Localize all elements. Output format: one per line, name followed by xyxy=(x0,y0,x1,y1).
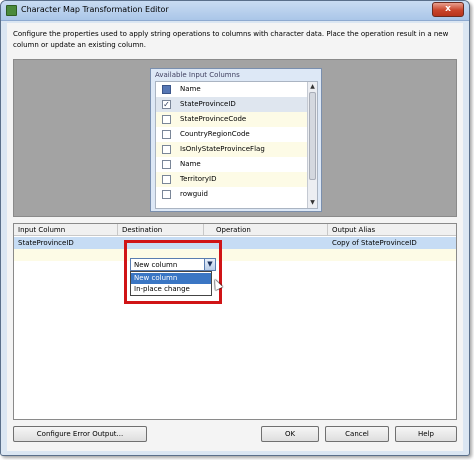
list-item-label: rowguid xyxy=(180,190,208,198)
list-header-row: Name xyxy=(156,82,309,97)
checkbox[interactable] xyxy=(162,175,171,184)
scroll-down-arrow-icon[interactable]: ▼ xyxy=(308,198,317,208)
available-columns-list: Name ✓ StateProvinceID StateProvinceCode… xyxy=(155,81,318,209)
cell-input-column[interactable]: StateProvinceID xyxy=(14,237,118,249)
grid-header: Input Column Destination Operation Outpu… xyxy=(14,224,456,236)
list-item[interactable]: Name xyxy=(156,157,309,172)
column-header-input-column[interactable]: Input Column xyxy=(14,224,118,236)
list-item[interactable]: ✓ StateProvinceID xyxy=(156,97,309,112)
cell-operation[interactable] xyxy=(204,237,328,249)
list-item-label: Name xyxy=(180,160,201,168)
cell-output-alias[interactable]: Copy of StateProvinceID xyxy=(328,237,458,249)
list-item[interactable]: IsOnlyStateProvinceFlag xyxy=(156,142,309,157)
list-header-label: Name xyxy=(180,85,201,93)
window-title: Character Map Transformation Editor xyxy=(21,5,169,14)
list-item-label: IsOnlyStateProvinceFlag xyxy=(180,145,265,153)
scroll-up-arrow-icon[interactable]: ▲ xyxy=(308,82,317,92)
title-bar[interactable]: Character Map Transformation Editor x xyxy=(1,1,469,21)
list-item[interactable]: StateProvinceCode xyxy=(156,112,309,127)
list-item-label: CountryRegionCode xyxy=(180,130,250,138)
list-item-label: StateProvinceID xyxy=(180,100,236,108)
list-item-label: TerritoryID xyxy=(180,175,217,183)
column-header-operation[interactable]: Operation xyxy=(204,224,328,236)
editor-window: Character Map Transformation Editor x Co… xyxy=(0,0,470,456)
list-scrollbar[interactable]: ▲ ▼ xyxy=(307,82,317,208)
checkbox[interactable] xyxy=(162,145,171,154)
table-row[interactable]: StateProvinceID Copy of StateProvinceID xyxy=(14,237,456,249)
column-header-output-alias[interactable]: Output Alias xyxy=(328,224,458,236)
configure-error-output-button[interactable]: Configure Error Output... xyxy=(13,426,147,442)
select-all-checkbox[interactable] xyxy=(162,85,171,94)
checkbox[interactable] xyxy=(162,190,171,199)
close-button[interactable]: x xyxy=(432,2,464,17)
list-item-label: StateProvinceCode xyxy=(180,115,247,123)
list-item[interactable]: CountryRegionCode xyxy=(156,127,309,142)
column-operations-grid: Input Column Destination Operation Outpu… xyxy=(13,223,457,420)
annotation-highlight-box xyxy=(124,240,222,304)
checkbox[interactable] xyxy=(162,115,171,124)
checkbox[interactable] xyxy=(162,130,171,139)
app-icon xyxy=(6,5,17,16)
available-input-columns-box[interactable]: Available Input Columns Name ✓ StateProv… xyxy=(150,68,322,212)
description-text: Configure the properties used to apply s… xyxy=(13,30,449,49)
ok-button[interactable]: OK xyxy=(261,426,319,442)
checkbox[interactable] xyxy=(162,160,171,169)
scrollbar-thumb[interactable] xyxy=(309,92,316,180)
available-columns-title: Available Input Columns xyxy=(155,71,240,79)
help-button[interactable]: Help xyxy=(395,426,457,442)
checkbox-checked[interactable]: ✓ xyxy=(162,100,171,109)
column-header-destination[interactable]: Destination xyxy=(118,224,204,236)
cancel-button[interactable]: Cancel xyxy=(325,426,389,442)
input-columns-panel: Available Input Columns Name ✓ StateProv… xyxy=(13,59,457,217)
list-item[interactable]: rowguid xyxy=(156,187,309,202)
dialog-body: Configure the properties used to apply s… xyxy=(7,23,463,451)
list-item[interactable]: TerritoryID xyxy=(156,172,309,187)
new-row[interactable] xyxy=(14,249,456,261)
